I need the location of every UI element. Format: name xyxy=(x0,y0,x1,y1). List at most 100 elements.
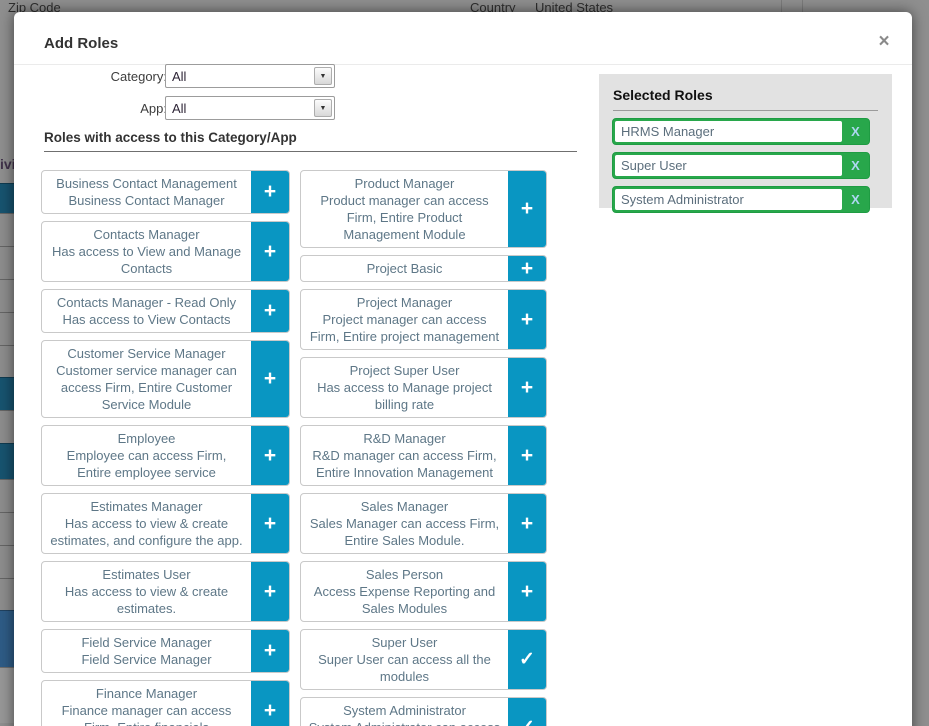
role-title: Sales Person xyxy=(307,566,502,583)
role-card-text: Estimates UserHas access to view & creat… xyxy=(42,562,251,621)
background-row xyxy=(0,512,14,545)
add-role-button[interactable]: + xyxy=(251,341,289,417)
role-card-text: Contacts Manager - Read OnlyHas access t… xyxy=(42,290,251,332)
role-card: EmployeeEmployee can access Firm, Entire… xyxy=(41,425,290,486)
remove-role-button[interactable]: X xyxy=(842,119,869,144)
selected-role-item: System Administrator X xyxy=(612,186,870,213)
role-description: Sales Manager can access Firm, Entire Sa… xyxy=(307,515,502,549)
chevron-down-icon[interactable]: ▼ xyxy=(314,67,332,85)
background-row xyxy=(0,667,14,723)
role-description: Has access to Manage project billing rat… xyxy=(307,379,502,413)
role-card: Project Basic + xyxy=(300,255,547,282)
role-card-text: Project Basic xyxy=(301,256,508,281)
dialog-title: Add Roles xyxy=(44,35,118,52)
selected-roles-panel: Selected Roles HRMS Manager X Super User… xyxy=(599,74,892,208)
background-row xyxy=(0,545,14,578)
add-role-button[interactable]: + xyxy=(251,562,289,621)
role-card-text: Finance ManagerFinance manager can acces… xyxy=(42,681,251,726)
add-role-button[interactable]: + xyxy=(251,222,289,281)
role-card-text: Field Service ManagerField Service Manag… xyxy=(42,630,251,672)
chevron-down-icon[interactable]: ▼ xyxy=(314,99,332,117)
add-role-button[interactable]: + xyxy=(508,494,546,553)
category-label: Category: xyxy=(72,69,167,84)
add-role-button[interactable]: + xyxy=(251,630,289,672)
add-role-button[interactable]: + xyxy=(508,290,546,349)
role-description: Finance manager can access Firm, Entire … xyxy=(48,702,245,726)
role-card: Sales PersonAccess Expense Reporting and… xyxy=(300,561,547,622)
roles-heading-rule xyxy=(44,151,577,152)
role-title: Estimates User xyxy=(48,566,245,583)
app-label: App: xyxy=(72,101,167,116)
role-card: Estimates ManagerHas access to view & cr… xyxy=(41,493,290,554)
role-description: Super User can access all the modules xyxy=(307,651,502,685)
remove-role-button[interactable]: X xyxy=(842,153,869,178)
add-role-button[interactable]: + xyxy=(251,426,289,485)
role-card: Project ManagerProject manager can acces… xyxy=(300,289,547,350)
role-description: Project manager can access Firm, Entire … xyxy=(307,311,502,345)
add-role-button[interactable]: + xyxy=(508,171,546,247)
role-card: R&D ManagerR&D manager can access Firm, … xyxy=(300,425,547,486)
add-roles-dialog: Add Roles × Category: All ▼ App: All ▼ R… xyxy=(14,12,912,726)
selected-role-name: System Administrator xyxy=(615,189,842,210)
category-select-value: All xyxy=(172,69,186,84)
role-card-text: Sales PersonAccess Expense Reporting and… xyxy=(301,562,508,621)
background-row xyxy=(0,610,14,667)
header-divider xyxy=(14,64,912,65)
add-role-button[interactable]: + xyxy=(251,494,289,553)
role-title: Project Super User xyxy=(307,362,502,379)
background-row xyxy=(0,377,14,410)
role-description: Customer service manager can access Firm… xyxy=(48,362,245,413)
add-role-button[interactable]: + xyxy=(251,290,289,332)
role-card-text: Customer Service ManagerCustomer service… xyxy=(42,341,251,417)
add-role-button[interactable]: + xyxy=(508,256,546,281)
add-role-button[interactable]: + xyxy=(251,681,289,726)
role-title: Product Manager xyxy=(307,175,502,192)
background-row xyxy=(0,312,14,345)
role-card-text: System AdministratorSystem Administrator… xyxy=(301,698,508,726)
role-card-text: Contacts ManagerHas access to View and M… xyxy=(42,222,251,281)
category-select[interactable]: All ▼ xyxy=(165,64,335,88)
background-row xyxy=(0,279,14,312)
role-description: System Administrator can access firm, En… xyxy=(307,719,502,726)
role-card: Sales ManagerSales Manager can access Fi… xyxy=(300,493,547,554)
background-row xyxy=(0,183,14,213)
role-title: Sales Manager xyxy=(307,498,502,515)
role-description: Has access to view & create estimates. xyxy=(48,583,245,617)
role-card-text: Project Super UserHas access to Manage p… xyxy=(301,358,508,417)
role-description: Product manager can access Firm, Entire … xyxy=(307,192,502,243)
selected-role-name: HRMS Manager xyxy=(615,121,842,142)
add-role-button[interactable]: + xyxy=(251,171,289,213)
app-select[interactable]: All ▼ xyxy=(165,96,335,120)
role-card-text: Business Contact ManagementBusiness Cont… xyxy=(42,171,251,213)
background-partial-text: ivi xyxy=(0,156,14,172)
role-description: Has access to view & create estimates, a… xyxy=(48,515,245,549)
role-card: Project Super UserHas access to Manage p… xyxy=(300,357,547,418)
role-card-text: EmployeeEmployee can access Firm, Entire… xyxy=(42,426,251,485)
selected-roles-title: Selected Roles xyxy=(613,87,713,103)
role-card-text: Super UserSuper User can access all the … xyxy=(301,630,508,689)
role-added-check-icon[interactable]: ✓ xyxy=(508,698,546,726)
role-card-text: Sales ManagerSales Manager can access Fi… xyxy=(301,494,508,553)
remove-role-button[interactable]: X xyxy=(842,187,869,212)
role-description: Employee can access Firm, Entire employe… xyxy=(48,447,245,481)
role-title: Field Service Manager xyxy=(48,634,245,651)
role-title: Super User xyxy=(307,634,502,651)
roles-section-heading: Roles with access to this Category/App xyxy=(44,130,297,145)
role-description: Business Contact Manager xyxy=(48,192,245,209)
add-role-button[interactable]: + xyxy=(508,426,546,485)
role-list-left-column: Business Contact ManagementBusiness Cont… xyxy=(41,170,290,726)
role-title: System Administrator xyxy=(307,702,502,719)
role-card: Finance ManagerFinance manager can acces… xyxy=(41,680,290,726)
close-icon[interactable]: × xyxy=(870,28,898,56)
background-row xyxy=(0,246,14,279)
role-description: R&D manager can access Firm, Entire Inno… xyxy=(307,447,502,481)
role-card: System AdministratorSystem Administrator… xyxy=(300,697,547,726)
add-role-button[interactable]: + xyxy=(508,562,546,621)
app-select-value: All xyxy=(172,101,186,116)
role-card: Super UserSuper User can access all the … xyxy=(300,629,547,690)
background-row xyxy=(0,479,14,512)
role-added-check-icon[interactable]: ✓ xyxy=(508,630,546,689)
background-row xyxy=(0,578,14,610)
add-role-button[interactable]: + xyxy=(508,358,546,417)
role-title: Employee xyxy=(48,430,245,447)
